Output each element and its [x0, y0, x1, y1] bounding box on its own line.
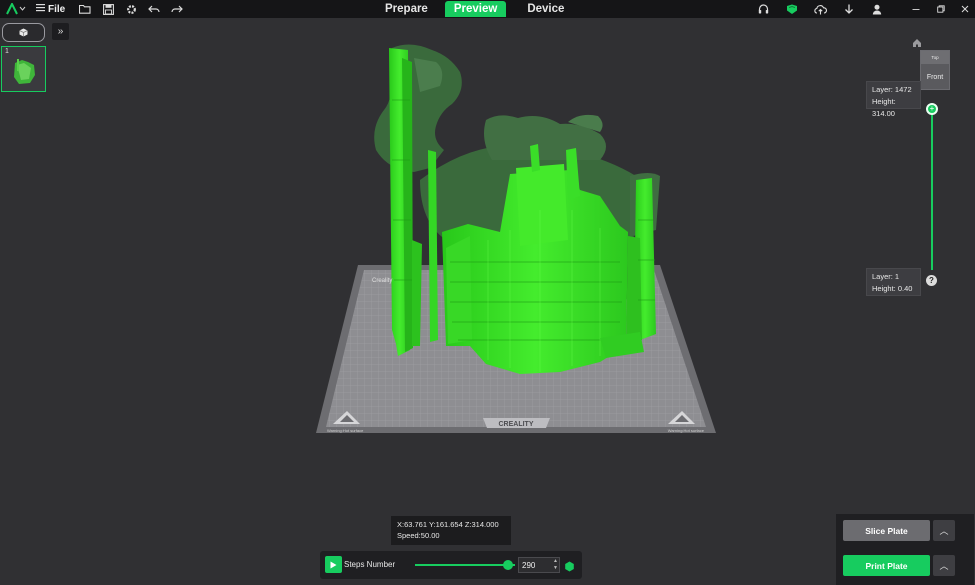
bed-brand-label: CREALITY	[499, 421, 534, 428]
view-cube-top[interactable]: Top	[921, 51, 949, 64]
file-menu-label: File	[48, 3, 66, 15]
position-readout: X:63.761 Y:161.654 Z:314.000 Speed:50.00	[391, 516, 511, 545]
save-icon[interactable]	[101, 2, 115, 16]
help-button[interactable]: ?	[926, 275, 937, 286]
play-icon	[330, 561, 337, 568]
bed-top-label: Creality	[372, 278, 392, 284]
file-menu[interactable]: File	[36, 2, 65, 16]
close-icon[interactable]	[958, 2, 972, 16]
position-coordinates: X:63.761 Y:161.654 Z:314.000	[397, 520, 499, 529]
top-bar: File Prepare Preview Device	[0, 0, 975, 18]
slicer-window: File Prepare Preview Device » 1 Creality…	[0, 0, 975, 585]
position-speed: Speed:50.00	[397, 531, 440, 540]
play-button[interactable]	[325, 556, 342, 573]
print-plate-button[interactable]: Print Plate	[843, 555, 930, 576]
tab-device[interactable]: Device	[518, 1, 573, 17]
steps-spinner[interactable]: ▲ ▼	[553, 558, 558, 572]
layer-slider-top-handle[interactable]: +	[926, 103, 938, 115]
preview-viewport[interactable]: Creality CREALITY Warning:Hot surface Wa…	[300, 40, 740, 440]
undo-icon[interactable]	[147, 2, 161, 16]
restore-icon[interactable]	[934, 2, 948, 16]
steps-player: Steps Number ▲▼	[320, 551, 582, 579]
layer-top-number: Layer: 1472	[872, 85, 912, 94]
settings-icon[interactable]	[124, 2, 138, 16]
layer-slider-track[interactable]	[931, 108, 933, 270]
steps-slider-handle[interactable]	[503, 560, 513, 570]
print-options-button[interactable]: ︿	[933, 555, 955, 576]
plate-number: 1	[5, 48, 9, 55]
view-cube[interactable]: Top Front	[920, 50, 950, 90]
layer-top-info: Layer: 1472 Height: 314.00	[866, 81, 921, 118]
layer-bottom-info: Layer: 1 Height: 0.40	[866, 268, 921, 296]
download-icon[interactable]	[842, 2, 856, 16]
headset-icon[interactable]	[756, 2, 770, 16]
slice-options-button[interactable]: ︿	[933, 520, 955, 541]
player-settings-icon[interactable]	[564, 559, 575, 572]
object-list-button[interactable]	[2, 23, 45, 42]
layer-bottom-number: Layer: 1	[872, 272, 900, 281]
view-cube-front[interactable]: Front	[921, 64, 949, 90]
redo-icon[interactable]	[170, 2, 184, 16]
folder-icon[interactable]	[78, 2, 92, 16]
home-icon[interactable]	[912, 35, 924, 47]
cube-icon	[19, 24, 28, 42]
device-icon[interactable]	[785, 2, 799, 16]
tab-prepare[interactable]: Prepare	[376, 1, 437, 17]
minimize-icon[interactable]	[909, 2, 923, 16]
cloud-icon[interactable]	[813, 2, 827, 16]
layer-top-height: Height: 314.00	[872, 97, 896, 118]
steps-slider-track[interactable]	[415, 564, 515, 566]
bed-warning-right: Warning:Hot surface	[668, 428, 705, 433]
mode-tabs: Prepare Preview Device	[376, 1, 573, 18]
plate-thumbnail[interactable]: 1	[1, 46, 46, 92]
hamburger-icon	[36, 3, 45, 15]
layer-bottom-height: Height: 0.40	[872, 284, 913, 293]
steps-number-label: Steps Number	[344, 560, 396, 569]
tab-preview[interactable]: Preview	[444, 1, 507, 17]
slice-plate-button[interactable]: Slice Plate	[843, 520, 930, 541]
expand-panel-button[interactable]: »	[52, 23, 69, 40]
logo-icon[interactable]	[5, 2, 29, 16]
user-icon[interactable]	[870, 2, 884, 16]
bed-warning-left: Warning:Hot surface	[327, 428, 364, 433]
